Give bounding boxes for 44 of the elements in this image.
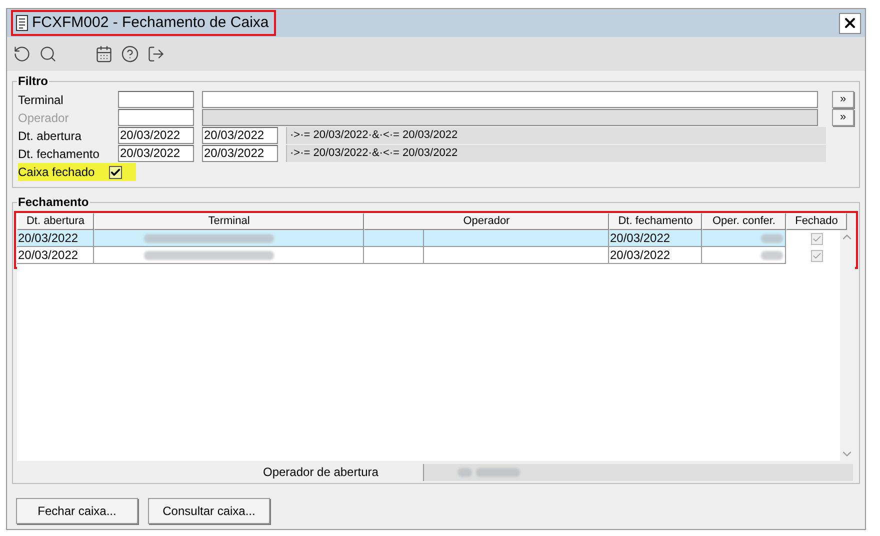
close-icon: [842, 15, 858, 31]
field-label: Dt. abertura: [18, 128, 82, 144]
table-row[interactable]: 20/03/2022 20/03/2022: [17, 247, 855, 264]
checkbox[interactable]: [108, 166, 122, 178]
column-header[interactable]: Terminal: [94, 213, 364, 230]
group-title: Filtro: [17, 74, 49, 88]
checkbox-label: Caixa fechado: [18, 164, 95, 181]
lookup-button[interactable]: »: [832, 91, 854, 108]
column-header[interactable]: Dt. fechamento: [609, 213, 702, 230]
table-cell: [364, 230, 424, 247]
search-icon[interactable]: [39, 45, 57, 63]
table-cell: 20/03/2022: [609, 230, 702, 247]
input-field[interactable]: [202, 91, 818, 108]
input-field[interactable]: 20/03/2022: [202, 127, 278, 144]
input-field[interactable]: 20/03/2022: [118, 145, 194, 162]
table-row[interactable]: 20/03/2022 20/03/2022: [17, 230, 855, 247]
help-icon[interactable]: [121, 45, 139, 63]
field-label: Terminal: [18, 92, 64, 108]
undo-icon[interactable]: [13, 45, 31, 63]
table-cell: 20/03/2022: [609, 247, 702, 264]
column-header[interactable]: Operador: [364, 213, 609, 230]
column-header[interactable]: Oper. confer.: [702, 213, 786, 230]
input-field[interactable]: 20/03/2022: [118, 127, 194, 144]
column-header[interactable]: Fechado: [786, 213, 847, 230]
table-cell: 20/03/2022: [17, 247, 94, 264]
field-label: Operador de abertura: [263, 464, 380, 481]
input-field[interactable]: [118, 91, 194, 108]
window-title: FCXFM002 - Fechamento de Caixa: [32, 12, 270, 33]
field-label: Dt. fechamento: [18, 146, 100, 162]
group-title: Fechamento: [17, 195, 90, 209]
field-label: Operador: [18, 110, 70, 126]
exit-icon[interactable]: [147, 45, 165, 63]
calendar-icon[interactable]: [95, 45, 113, 63]
close-button[interactable]: [839, 12, 861, 34]
input-field[interactable]: 20/03/2022: [202, 145, 278, 162]
table-cell: 20/03/2022: [17, 230, 94, 247]
column-header[interactable]: Dt. abertura: [17, 213, 94, 230]
expression-field: ·>·= 20/03/2022·&·<·= 20/03/2022: [286, 127, 826, 144]
action-button[interactable]: Consultar caixa...: [148, 498, 270, 524]
table-cell: [364, 247, 424, 264]
expression-field: ·>·= 20/03/2022·&·<·= 20/03/2022: [286, 145, 826, 162]
input-field[interactable]: [118, 109, 194, 126]
action-button[interactable]: Fechar caixa...: [16, 498, 138, 524]
document-icon: [16, 15, 28, 31]
